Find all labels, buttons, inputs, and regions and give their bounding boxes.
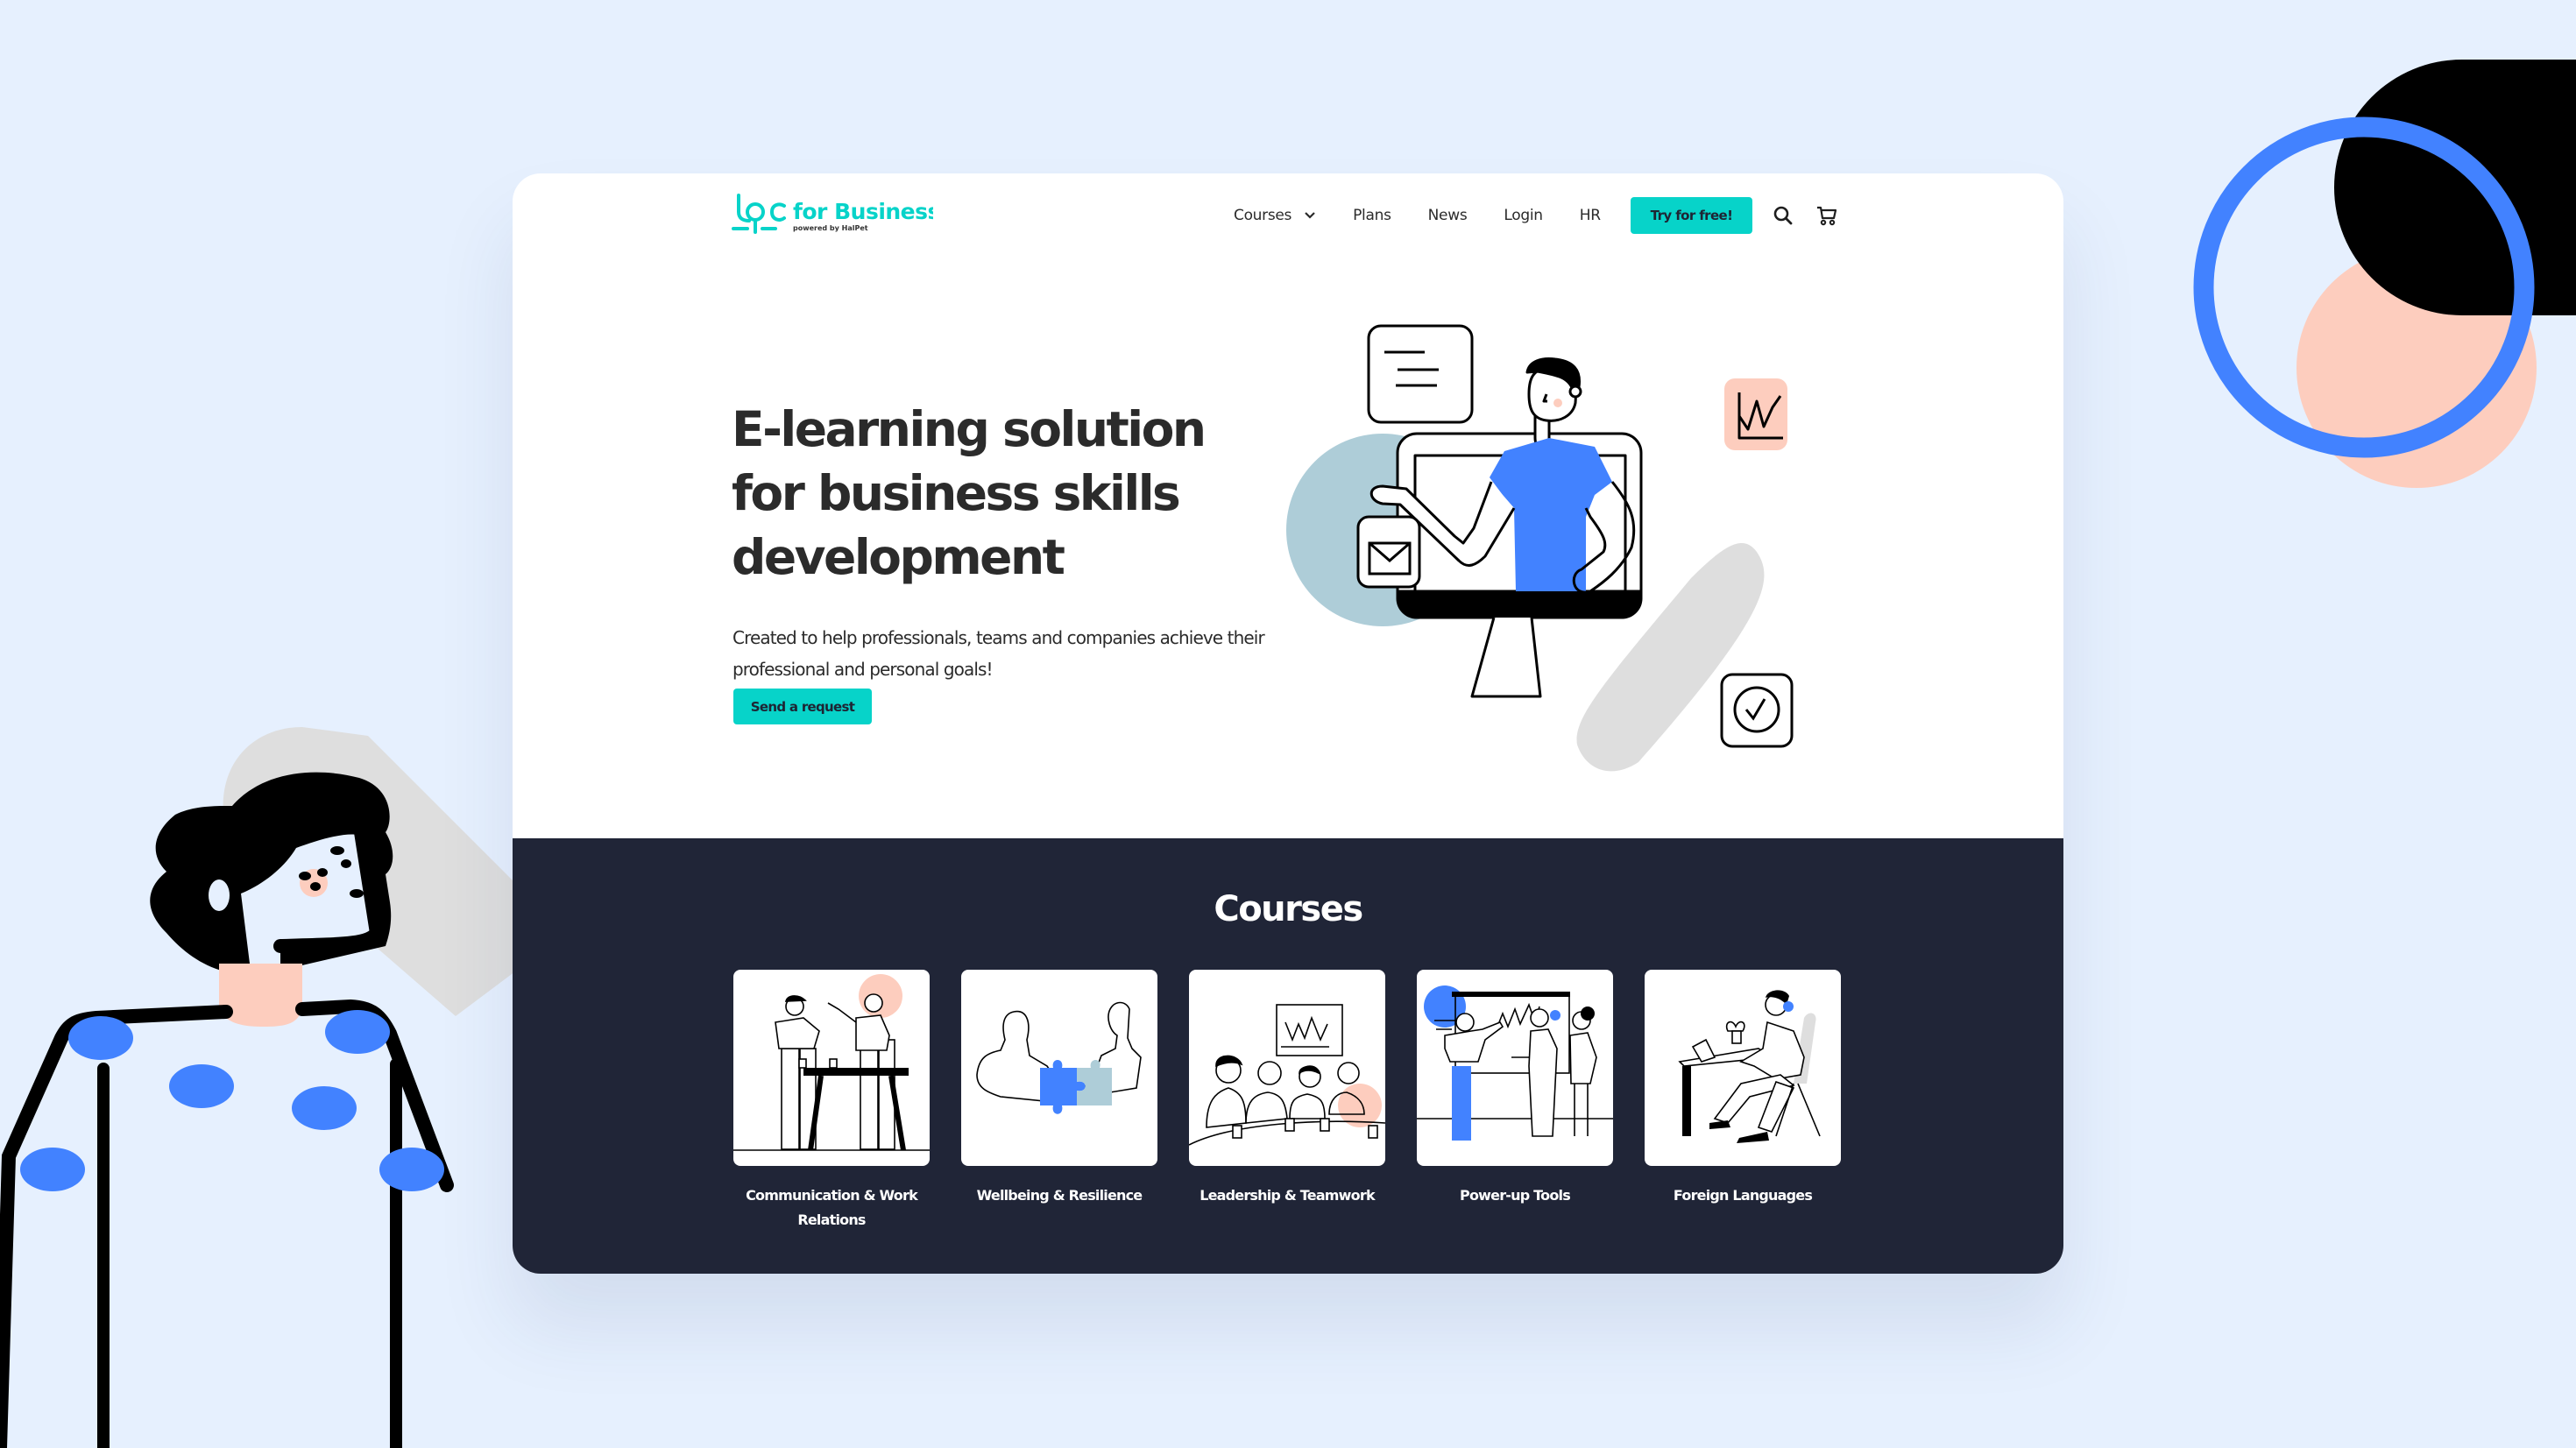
course-image-power-up[interactable] bbox=[1417, 970, 1613, 1166]
nav-courses-label: Courses bbox=[1234, 207, 1292, 224]
course-image-languages[interactable] bbox=[1645, 970, 1841, 1166]
send-request-button[interactable]: Send a request bbox=[733, 689, 872, 724]
brand-logo[interactable]: for Business powered by HalPet bbox=[732, 193, 933, 238]
presentation-board-illustration bbox=[1417, 985, 1613, 1141]
person-at-laptop-illustration bbox=[1678, 990, 1821, 1143]
cart-icon[interactable] bbox=[1815, 204, 1838, 227]
brand-name: for Business bbox=[793, 199, 933, 224]
nav-courses[interactable]: Courses bbox=[1234, 207, 1316, 224]
course-card[interactable]: Leadership & Teamwork bbox=[1189, 970, 1385, 1208]
course-card[interactable]: Foreign Languages bbox=[1645, 970, 1841, 1208]
hero-subtitle: Created to help professionals, teams and… bbox=[732, 627, 1265, 680]
course-image-communication[interactable] bbox=[733, 970, 930, 1166]
nav-news[interactable]: News bbox=[1428, 207, 1468, 224]
two-people-at-table-illustration bbox=[733, 974, 930, 1151]
courses-section: Courses Communication & Work Relations W… bbox=[513, 838, 2063, 1274]
top-navigation: for Business powered by HalPet Courses P… bbox=[513, 173, 2063, 257]
nav-login[interactable]: Login bbox=[1504, 207, 1543, 224]
course-label[interactable]: Power-up Tools bbox=[1417, 1183, 1613, 1208]
course-card[interactable]: Power-up Tools bbox=[1417, 970, 1613, 1208]
nav-plans[interactable]: Plans bbox=[1353, 207, 1391, 224]
team-meeting-illustration bbox=[1189, 1004, 1385, 1146]
hero-title: E-learning solution for business skills … bbox=[732, 401, 1207, 585]
website-preview: for Business powered by HalPet Courses P… bbox=[513, 173, 2063, 1274]
decorative-shapes-top-right bbox=[2193, 60, 2576, 488]
puzzle-pieces-illustration bbox=[976, 1001, 1142, 1114]
course-label[interactable]: Leadership & Teamwork bbox=[1189, 1183, 1385, 1208]
course-image-wellbeing[interactable] bbox=[961, 970, 1157, 1166]
brand-tagline: powered by HalPet bbox=[793, 224, 868, 232]
try-for-free-button[interactable]: Try for free! bbox=[1631, 197, 1752, 234]
course-card[interactable]: Wellbeing & Resilience bbox=[961, 970, 1157, 1208]
nav-links: Courses Plans News Login HR bbox=[1234, 197, 1638, 234]
courses-heading: Courses bbox=[1214, 889, 1363, 929]
course-image-leadership[interactable] bbox=[1189, 970, 1385, 1166]
search-icon[interactable] bbox=[1772, 204, 1794, 227]
course-label[interactable]: Foreign Languages bbox=[1645, 1183, 1841, 1208]
hero-illustration bbox=[1270, 307, 1866, 806]
course-label[interactable]: Wellbeing & Resilience bbox=[961, 1183, 1157, 1208]
decorative-woman-illustration bbox=[0, 727, 526, 1448]
course-label[interactable]: Communication & Work Relations bbox=[733, 1183, 930, 1233]
course-card[interactable]: Communication & Work Relations bbox=[733, 970, 930, 1233]
chevron-down-icon bbox=[1305, 212, 1315, 219]
nav-hr[interactable]: HR bbox=[1580, 207, 1601, 224]
lpc-logo-icon: for Business powered by HalPet bbox=[732, 194, 933, 234]
